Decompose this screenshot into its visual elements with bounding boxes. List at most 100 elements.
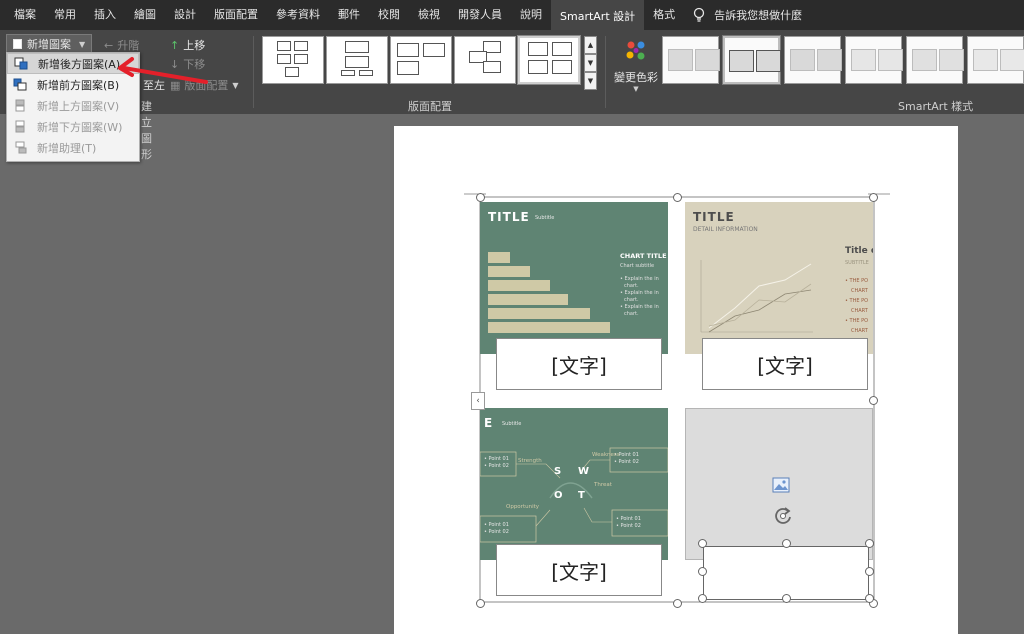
add-assistant-icon: [15, 141, 27, 154]
resize-handle[interactable]: [673, 599, 682, 608]
chevron-down-icon: ▼: [232, 80, 239, 90]
shape-handle[interactable]: [782, 539, 791, 548]
chevron-down-icon: ▼: [79, 39, 86, 49]
menu-help[interactable]: 說明: [511, 0, 551, 30]
layout-thumb[interactable]: [262, 36, 324, 84]
slide-tile-swot[interactable]: E Subtitle • Point 01 • Point 02 • Point …: [480, 408, 668, 560]
add-shape-above-item[interactable]: 新增上方圖案(V): [7, 95, 139, 116]
chart-bullets: • Explain the in chart. • Explain the in c…: [620, 276, 659, 317]
style-thumb[interactable]: [967, 36, 1024, 84]
resize-handle[interactable]: [476, 193, 485, 202]
change-colors-button[interactable]: 變更色彩 ▼: [612, 38, 660, 93]
tile-subtitle: Subtitle: [535, 215, 555, 221]
swot-threat: Threat: [594, 482, 612, 488]
layouts-group-label: 版面配置: [408, 100, 452, 113]
caption-text-box-empty[interactable]: [703, 546, 869, 600]
menu-format[interactable]: 格式: [644, 0, 684, 30]
tell-me-text: 告訴我您想做什麼: [714, 9, 803, 22]
menu-draw[interactable]: 繪圖: [125, 0, 165, 30]
shape-handle[interactable]: [698, 594, 707, 603]
swot-opportunity: Opportunity: [506, 504, 540, 510]
menu-bar: 檔案 常用 插入 繪圖 設計 版面配置 參考資料 郵件 校閱 檢視 開發人員 說…: [0, 0, 1024, 30]
swot-o: O: [554, 490, 563, 501]
shape-handle[interactable]: [865, 594, 874, 603]
document-page[interactable]: TITLE Subtitle CHART TITLE Chart subtitl…: [394, 126, 958, 634]
swot-w: W: [578, 466, 590, 477]
swot-weakness: Weakness: [592, 452, 620, 458]
style-thumb[interactable]: [784, 36, 843, 84]
add-shape-button[interactable]: 新增圖案 ▼: [6, 34, 93, 54]
layout-thumb[interactable]: [326, 36, 388, 84]
shape-handle[interactable]: [698, 567, 707, 576]
menu-design[interactable]: 設計: [165, 0, 205, 30]
create-graphic-group-label: 建立圖形: [141, 100, 152, 161]
menu-file[interactable]: 檔案: [0, 0, 45, 30]
menu-mailings[interactable]: 郵件: [329, 0, 369, 30]
more-icon[interactable]: ▼: [584, 72, 597, 90]
swot-points-tl: • Point 01 • Point 02: [484, 456, 509, 469]
menu-home[interactable]: 常用: [45, 0, 85, 30]
tile-subtitle: Subtitle: [502, 421, 522, 427]
slide-tile-linechart[interactable]: TITLE DETAIL INFORMATION Title o SUBTITL…: [685, 202, 873, 354]
shape-handle[interactable]: [698, 539, 707, 548]
side-title: Title o: [845, 246, 873, 256]
caption-text-box[interactable]: [文字]: [496, 338, 662, 390]
shape-handle[interactable]: [782, 594, 791, 603]
side-subtitle: SUBTITLE: [845, 260, 869, 266]
slide-tile-chart[interactable]: TITLE Subtitle CHART TITLE Chart subtitl…: [480, 202, 668, 354]
rotate-handle-icon[interactable]: [772, 505, 794, 527]
picture-placeholder-tile[interactable]: [685, 408, 873, 560]
side-points: • THE PO CHART • THE PO CHART • THE PO CHAR…: [845, 278, 869, 334]
add-before-icon: [13, 78, 27, 91]
menu-references[interactable]: 參考資料: [267, 0, 329, 30]
picture-icon[interactable]: [772, 477, 790, 493]
swot-points-bl: • Point 01 • Point 02: [484, 522, 509, 535]
separator: [605, 36, 606, 108]
chevron-down-icon[interactable]: ▼: [584, 54, 597, 72]
add-assistant-item[interactable]: 新增助理(T): [7, 137, 139, 158]
gallery-scroll[interactable]: ▲ ▼ ▼: [584, 36, 597, 90]
promote-button[interactable]: ← 升階: [104, 37, 139, 53]
shape-handle[interactable]: [865, 539, 874, 548]
style-thumb-selected[interactable]: [721, 35, 782, 85]
style-thumb[interactable]: [906, 36, 965, 84]
resize-handle[interactable]: [673, 193, 682, 202]
menu-view[interactable]: 檢視: [409, 0, 449, 30]
layout-thumb[interactable]: [390, 36, 452, 84]
shape-icon: [13, 39, 22, 49]
shape-handle[interactable]: [865, 567, 874, 576]
add-after-icon: [14, 57, 28, 70]
caption-text-box[interactable]: [文字]: [496, 544, 662, 596]
chevron-up-icon[interactable]: ▲: [584, 36, 597, 54]
move-up-label: 上移: [183, 39, 206, 52]
layout-gallery: [262, 35, 584, 88]
separator: [253, 36, 254, 108]
layout-thumb-selected[interactable]: [517, 35, 581, 85]
menu-review[interactable]: 校閱: [369, 0, 409, 30]
tell-me-box[interactable]: 告訴我您想做什麼: [692, 7, 802, 23]
resize-handle[interactable]: [869, 193, 878, 202]
tile-title: E: [484, 416, 493, 430]
layout-thumb[interactable]: [454, 36, 516, 84]
resize-handle[interactable]: [476, 599, 485, 608]
style-thumb[interactable]: [662, 36, 720, 84]
chart-title: CHART TITLE: [620, 252, 667, 260]
arrow-left-icon: ←: [104, 38, 114, 52]
resize-handle[interactable]: [869, 396, 878, 405]
menu-layout[interactable]: 版面配置: [205, 0, 267, 30]
add-above-icon: [15, 99, 25, 112]
add-shape-below-item[interactable]: 新增下方圖案(W): [7, 116, 139, 137]
tile-subtitle: DETAIL INFORMATION: [693, 226, 758, 233]
arrow-up-icon: ↑: [170, 38, 180, 52]
menu-insert[interactable]: 插入: [85, 0, 125, 30]
caption-text-box[interactable]: [文字]: [702, 338, 868, 390]
swot-t: T: [578, 490, 585, 501]
style-thumb[interactable]: [845, 36, 904, 84]
menu-developer[interactable]: 開發人員: [449, 0, 511, 30]
bar-chart: [488, 252, 610, 338]
swot-points-br: • Point 01 • Point 02: [616, 516, 641, 529]
text-pane-toggle[interactable]: ‹: [471, 392, 485, 410]
move-up-button[interactable]: ↑ 上移: [170, 37, 205, 53]
smartart-styles-gallery: [662, 35, 1024, 86]
menu-smartart-design[interactable]: SmartArt 設計: [551, 0, 645, 30]
